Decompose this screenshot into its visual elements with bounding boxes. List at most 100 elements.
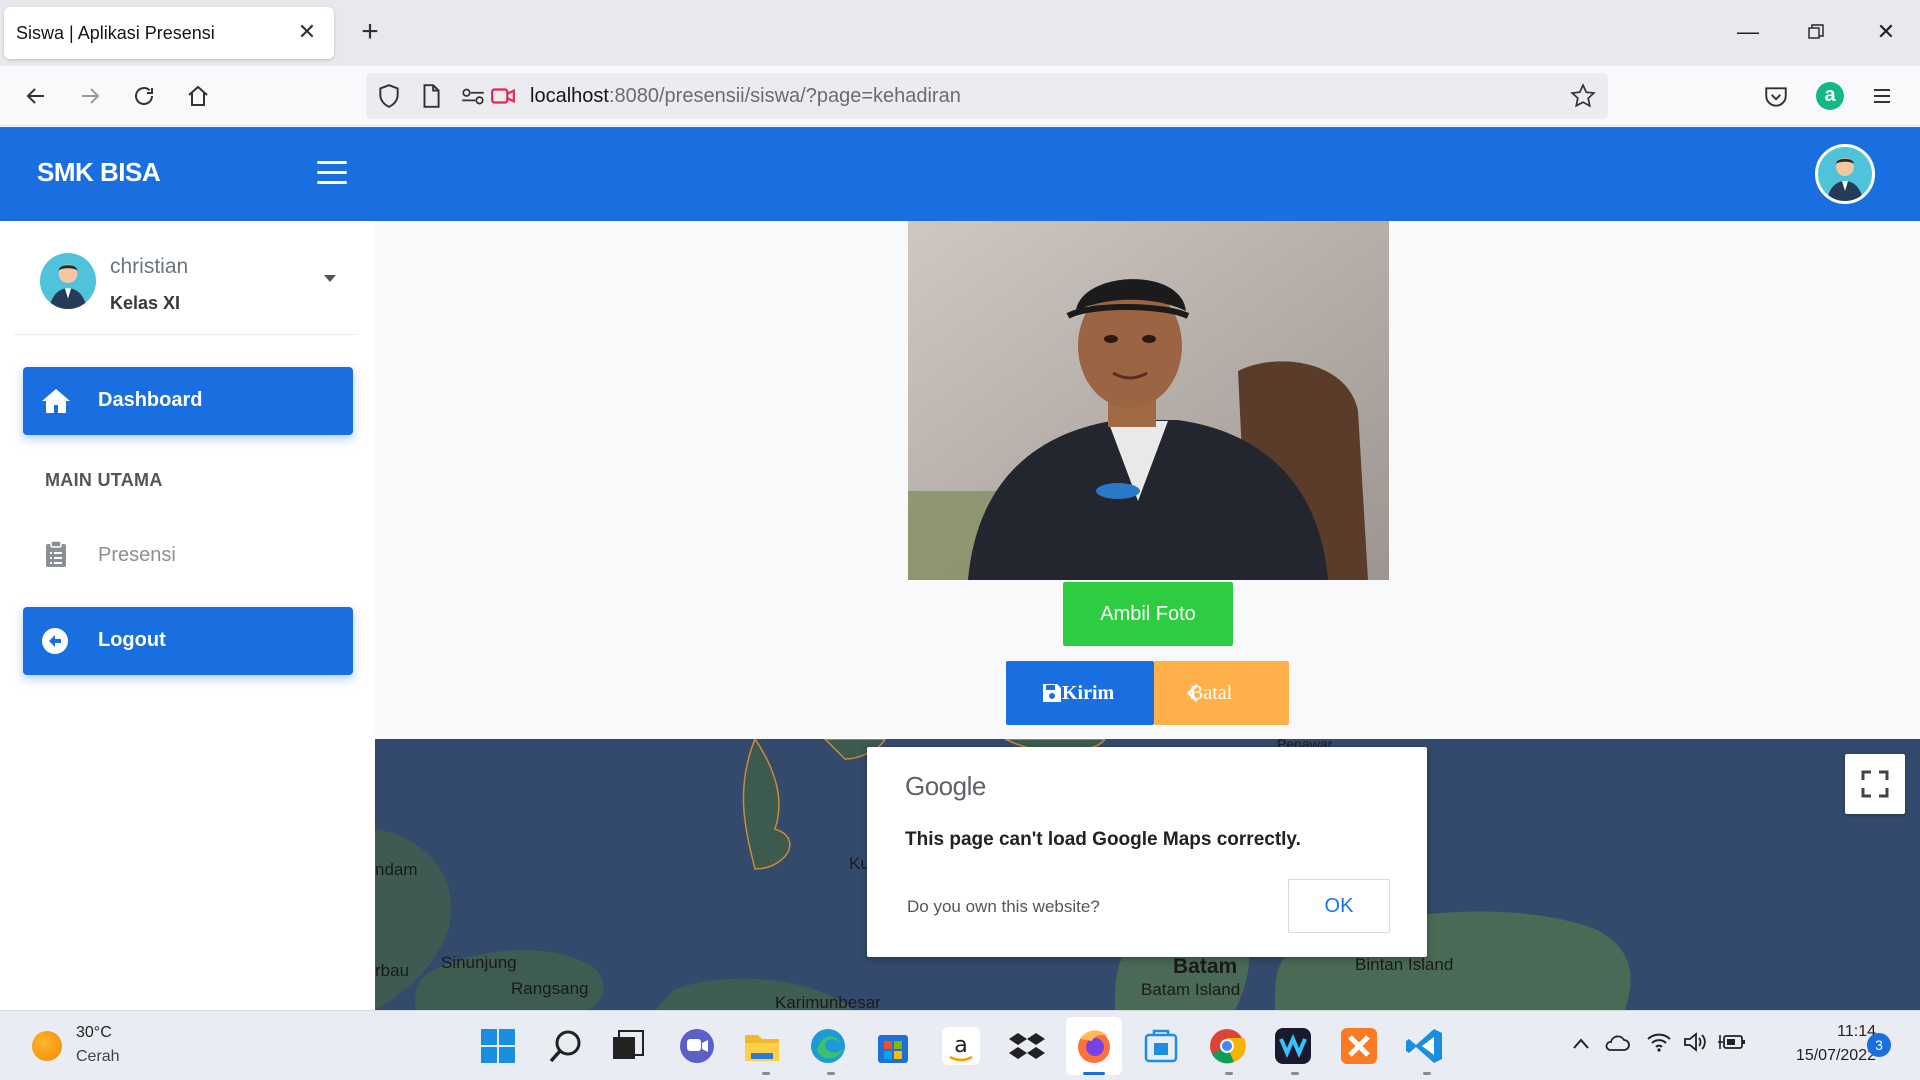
user-avatar: [40, 253, 96, 309]
notification-badge[interactable]: 3: [1867, 1033, 1891, 1057]
user-name: christian: [110, 255, 189, 278]
section-header: MAIN UTAMA: [45, 470, 163, 490]
tab-close-icon[interactable]: ✕: [294, 19, 320, 45]
new-tab-icon[interactable]: +: [352, 14, 388, 50]
sidebar: christian Kelas XI Dashboard MAIN UTAMA …: [0, 221, 375, 1010]
reload-icon[interactable]: [124, 76, 164, 116]
sidebar-item-presensi[interactable]: Presensi: [23, 526, 353, 586]
shield-icon[interactable]: [376, 83, 402, 109]
map-label-sinunjung: Sinunjung: [441, 953, 517, 972]
map-label-batam-island: Batam Island: [1141, 980, 1241, 999]
maps-error-dialog: Google This page can't load Google Maps …: [867, 747, 1427, 957]
vscode-icon[interactable]: [1404, 1025, 1446, 1067]
map-label-rangsang: Rangsang: [511, 979, 589, 998]
map-view[interactable]: ndam Ku Sinunjung rbau Rangsang Karimunb…: [375, 739, 1920, 1010]
presensi-label: Presensi: [98, 544, 176, 566]
close-window-icon[interactable]: ✕: [1856, 14, 1916, 50]
maps-error-question: Do you own this website?: [907, 897, 1100, 916]
user-class: Kelas XI: [110, 293, 181, 313]
cloud-icon[interactable]: [1604, 1033, 1630, 1053]
ambil-foto-button[interactable]: Ambil Foto: [1063, 582, 1233, 646]
map-label-karimunbesar: Karimunbesar: [775, 993, 881, 1010]
bookmark-star-icon[interactable]: [1570, 83, 1596, 109]
browser-nav-bar: localhost:8080/presensii/siswa/?page=keh…: [0, 66, 1920, 126]
map-label-bintan-island: Bintan Island: [1355, 955, 1454, 974]
task-view-icon[interactable]: [607, 1025, 649, 1067]
windows-start-icon[interactable]: [477, 1025, 519, 1067]
sun-icon[interactable]: [32, 1031, 62, 1061]
url-text[interactable]: localhost:8080/presensii/siswa/?page=keh…: [530, 85, 961, 108]
dropbox-icon[interactable]: [1006, 1025, 1048, 1067]
permissions-icon[interactable]: [460, 83, 486, 109]
back-icon[interactable]: [16, 76, 56, 116]
page-info-icon[interactable]: [418, 83, 444, 109]
url-host: localhost: [530, 85, 609, 107]
taskbar-running-dot: [1291, 1072, 1299, 1075]
xampp-icon[interactable]: [1338, 1025, 1380, 1067]
wifi-icon[interactable]: [1646, 1031, 1672, 1053]
batal-button[interactable]: Batal: [1154, 661, 1289, 725]
extension-icon[interactable]: a: [1816, 82, 1844, 110]
weather-desc[interactable]: Cerah: [76, 1048, 120, 1066]
sidebar-item-dashboard[interactable]: Dashboard: [23, 367, 353, 435]
restore-icon[interactable]: [1786, 14, 1846, 50]
ok-button[interactable]: OK: [1288, 879, 1390, 933]
minimize-icon[interactable]: —: [1718, 14, 1778, 50]
logout-label: Logout: [98, 629, 166, 651]
save-icon: [1043, 684, 1061, 702]
chevron-left-icon: [1186, 683, 1199, 703]
menu-icon[interactable]: [1870, 82, 1898, 110]
search-icon[interactable]: [545, 1025, 587, 1067]
store-bag-icon[interactable]: [1140, 1025, 1182, 1067]
header-avatar[interactable]: [1815, 144, 1875, 204]
forward-icon[interactable]: [70, 76, 110, 116]
clock-date[interactable]: 15/07/2022: [1764, 1047, 1876, 1065]
pocket-icon[interactable]: [1763, 84, 1789, 110]
webcam-preview: [908, 221, 1389, 580]
chevron-up-icon[interactable]: [1572, 1037, 1590, 1051]
amazon-icon[interactable]: a: [940, 1025, 982, 1067]
address-bar[interactable]: localhost:8080/presensii/siswa/?page=keh…: [366, 73, 1608, 119]
store-icon[interactable]: [872, 1025, 914, 1067]
weather-temp[interactable]: 30°C: [76, 1024, 112, 1042]
user-panel[interactable]: christian Kelas XI: [14, 221, 358, 335]
taskbar-running-dot: [1225, 1072, 1233, 1075]
os-taskbar: 30°C Cerah a 11:14 15/07/2022 3: [0, 1010, 1920, 1080]
kirim-label: Kirim: [1062, 682, 1115, 704]
taskbar-active-dot: [1083, 1072, 1105, 1075]
map-label-ndam: ndam: [375, 860, 418, 879]
battery-charging-icon[interactable]: [1718, 1031, 1746, 1053]
arrow-left-circle-icon: [42, 628, 68, 654]
sidebar-item-logout[interactable]: Logout: [23, 607, 353, 675]
caret-down-icon[interactable]: [324, 275, 336, 282]
url-path: :8080/presensii/siswa/?page=kehadiran: [608, 85, 961, 107]
brand-title: SMK BISA: [37, 157, 161, 187]
home-icon: [42, 389, 70, 413]
main-content: Ambil Foto Kirim Batal ndam Ku Sinunjung…: [375, 221, 1920, 1010]
maps-error-message: This page can't load Google Maps correct…: [905, 829, 1301, 850]
volume-icon[interactable]: [1682, 1031, 1708, 1053]
clipboard-icon: [46, 540, 66, 567]
home-icon[interactable]: [178, 76, 218, 116]
browser-tab[interactable]: Siswa | Aplikasi Presensi ✕: [4, 7, 334, 59]
map-label-batam: Batam: [1173, 955, 1238, 978]
svg-text:a: a: [954, 1033, 967, 1058]
camera-active-icon[interactable]: [490, 83, 516, 109]
dashboard-label: Dashboard: [98, 389, 203, 411]
google-logo: Google: [905, 771, 986, 801]
tab-title: Siswa | Aplikasi Presensi: [16, 23, 215, 43]
browser-tab-bar: Siswa | Aplikasi Presensi ✕ + — ✕: [0, 0, 1920, 66]
fullscreen-icon[interactable]: [1845, 754, 1905, 814]
taskbar-running-dot: [827, 1072, 835, 1075]
file-explorer-icon[interactable]: [741, 1025, 783, 1067]
map-label-rbau: rbau: [375, 961, 410, 980]
webex-icon[interactable]: [1272, 1025, 1314, 1067]
firefox-icon[interactable]: [1073, 1025, 1115, 1067]
edge-icon[interactable]: [807, 1025, 849, 1067]
hamburger-menu-icon[interactable]: [317, 161, 347, 185]
kirim-button[interactable]: Kirim: [1006, 661, 1154, 725]
chat-icon[interactable]: [676, 1025, 718, 1067]
chrome-icon[interactable]: [1206, 1025, 1248, 1067]
taskbar-running-dot: [762, 1072, 770, 1075]
app-header: SMK BISA: [0, 127, 1920, 221]
